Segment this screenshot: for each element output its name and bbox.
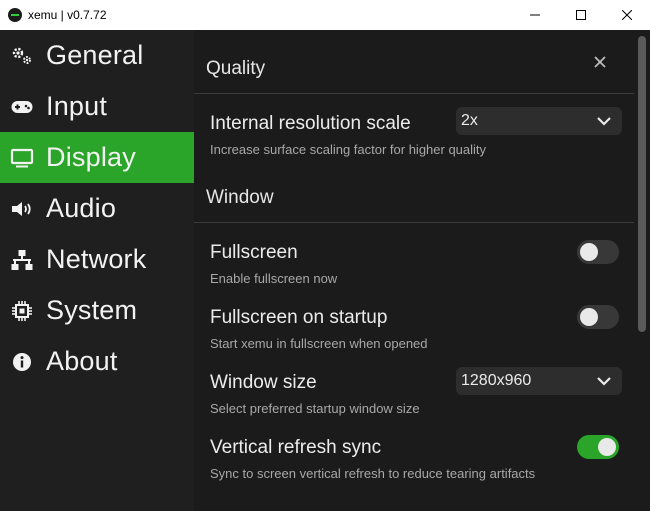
speaker-icon [10,197,34,221]
minimize-icon [530,14,540,16]
scrollbar[interactable] [635,32,648,511]
sidebar-item-input[interactable]: Input [0,81,194,132]
gears-icon [10,44,34,68]
maximize-button[interactable] [558,0,604,30]
sidebar: General Input Display Audio Network Syst… [0,30,194,511]
monitor-icon [10,146,34,170]
window-size-label: Window size [210,372,317,393]
maximize-icon [576,10,586,20]
sidebar-item-label: System [46,295,138,325]
sidebar-item-label: Audio [46,193,117,223]
sidebar-item-label: Network [46,244,147,274]
minimize-button[interactable] [512,0,558,30]
window-size-dropdown[interactable]: 1280x960 [456,367,622,395]
vsync-label: Vertical refresh sync [210,437,382,458]
sidebar-item-network[interactable]: Network [0,234,194,285]
network-icon [10,248,34,272]
sidebar-item-label: About [46,346,118,376]
sidebar-item-display[interactable]: Display [0,132,194,183]
toggle-knob [580,308,598,326]
close-window-button[interactable] [604,0,650,30]
window-controls [512,0,650,30]
window-title: xemu | v0.7.72 [28,8,107,22]
sidebar-item-audio[interactable]: Audio [0,183,194,234]
xemu-logo-icon [8,8,22,22]
sidebar-item-system[interactable]: System [0,285,194,336]
chevron-down-icon [597,377,611,386]
close-icon [622,10,632,20]
fullscreen-startup-desc: Start xemu in fullscreen when opened [210,336,428,351]
window-size-desc: Select preferred startup window size [210,401,420,416]
resolution-scale-value: 2x [461,112,478,129]
gamepad-icon [10,95,34,119]
scroll-thumb[interactable] [638,36,646,332]
title-bar[interactable]: xemu | v0.7.72 [0,0,650,30]
close-icon [594,56,606,68]
fullscreen-label: Fullscreen [210,242,298,263]
window-size-value: 1280x960 [461,372,532,389]
section-divider [194,93,634,94]
section-title-quality: Quality [206,58,266,79]
toggle-knob [580,243,598,261]
close-settings-button[interactable] [590,52,610,72]
fullscreen-startup-label: Fullscreen on startup [210,307,388,328]
vsync-desc: Sync to screen vertical refresh to reduc… [210,466,536,481]
toggle-knob [598,438,616,456]
section-title-window: Window [206,187,274,208]
display-settings-panel: Quality Internal resolution scale Increa… [194,30,650,511]
chevron-down-icon [597,117,611,126]
fullscreen-startup-toggle[interactable] [577,305,619,329]
resolution-scale-label: Internal resolution scale [210,113,411,134]
info-icon [10,350,34,374]
chip-icon [10,299,34,323]
vsync-toggle[interactable] [577,435,619,459]
fullscreen-desc: Enable fullscreen now [210,271,338,286]
sidebar-item-about[interactable]: About [0,336,194,387]
sidebar-item-label: General [46,40,144,70]
resolution-scale-dropdown[interactable]: 2x [456,107,622,135]
sidebar-item-label: Display [46,142,136,172]
fullscreen-toggle[interactable] [577,240,619,264]
sidebar-item-label: Input [46,91,108,121]
resolution-scale-desc: Increase surface scaling factor for high… [210,142,487,157]
sidebar-item-general[interactable]: General [0,30,194,81]
section-divider [194,222,634,223]
